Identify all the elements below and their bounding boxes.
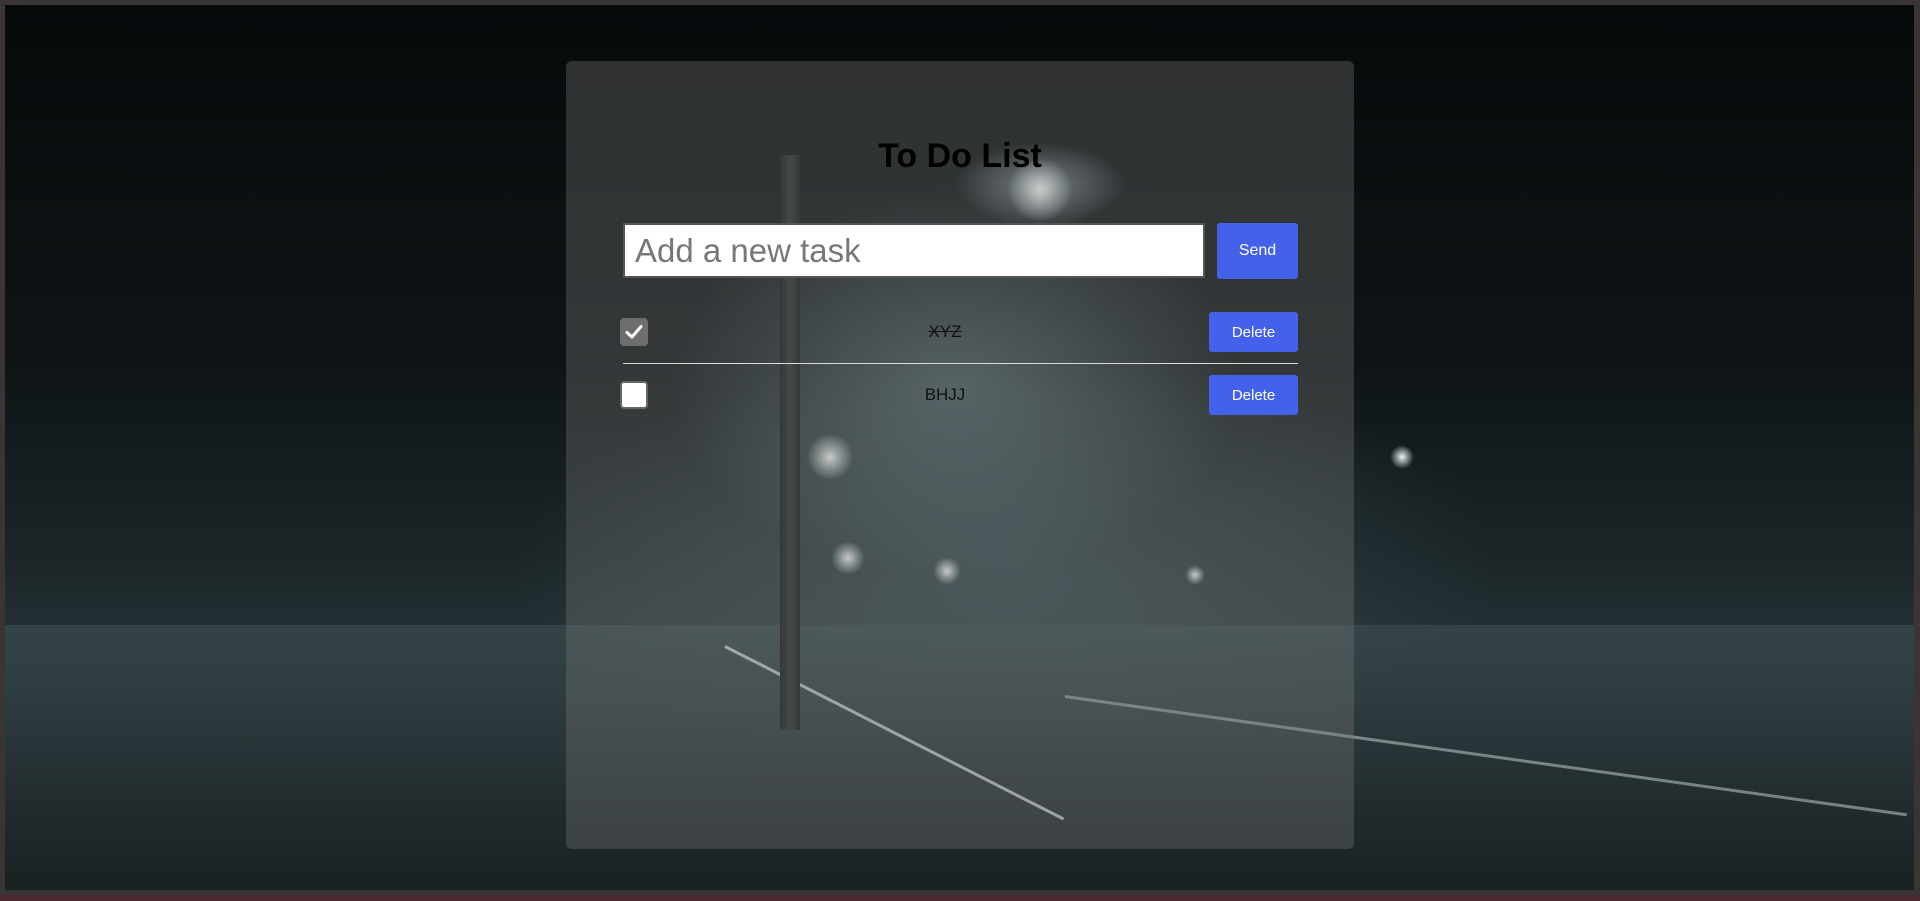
send-button[interactable]: Send xyxy=(1217,223,1298,279)
task-checkbox[interactable] xyxy=(620,318,648,346)
new-task-input[interactable] xyxy=(623,223,1205,278)
task-item: XYZ Delete xyxy=(620,312,1298,352)
window-bottom-edge xyxy=(0,895,1920,901)
task-text: XYZ xyxy=(928,322,962,341)
todo-card xyxy=(566,61,1354,849)
browser-viewport: To Do List Send XYZ Delete BHJJ Delete xyxy=(0,0,1920,901)
task-text: BHJJ xyxy=(924,385,966,404)
page-title: To Do List xyxy=(878,137,1042,175)
task-checkbox[interactable] xyxy=(620,381,648,409)
task-divider xyxy=(623,363,1298,364)
delete-task-button[interactable]: Delete xyxy=(1209,375,1298,415)
delete-task-button[interactable]: Delete xyxy=(1209,312,1298,352)
background-lamp xyxy=(1390,445,1414,469)
task-item: BHJJ Delete xyxy=(620,375,1298,415)
check-icon xyxy=(625,325,643,339)
